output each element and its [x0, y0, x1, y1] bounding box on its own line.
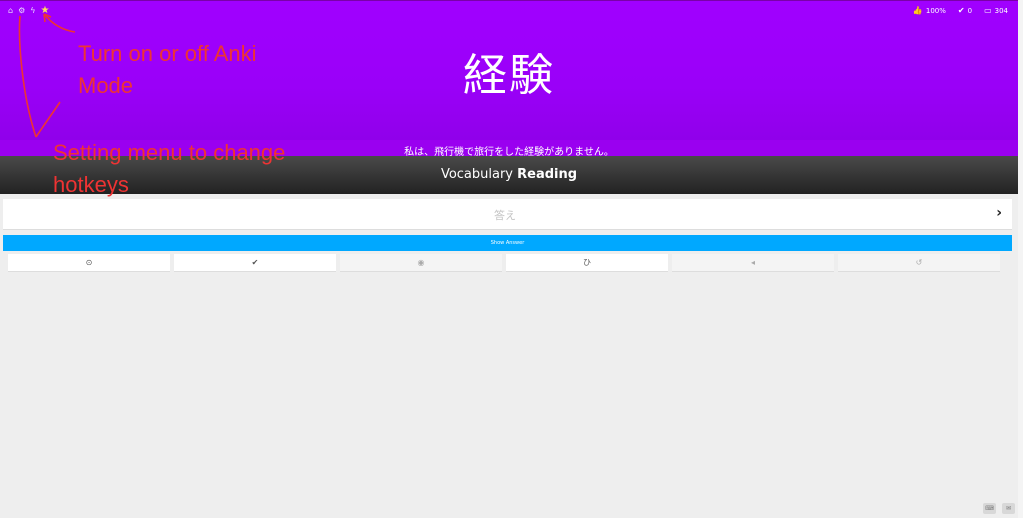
thumbs-up-icon: 👍	[912, 6, 923, 15]
clock-icon[interactable]: ⊙	[8, 254, 170, 272]
kana-icon[interactable]: ひ	[506, 254, 668, 272]
check-icon[interactable]: ✔	[174, 254, 336, 272]
answer-form: ›	[3, 199, 1012, 231]
eye-icon[interactable]: ◉	[340, 254, 502, 272]
correct-stat: ✔ 0	[957, 6, 973, 15]
settings-arrowhead	[35, 101, 61, 138]
submit-chevron-icon[interactable]: ›	[996, 205, 1002, 221]
answer-input[interactable]	[3, 199, 1007, 231]
anki-annotation: Turn on or off Anki Mode	[78, 41, 257, 98]
additional-content-bar: ⊙ ✔ ◉ ひ ◂ ↺	[8, 254, 1000, 272]
remaining-stat: ▭ 304	[984, 6, 1008, 15]
settings-arrow	[18, 15, 37, 138]
undo-icon[interactable]: ↺	[838, 254, 1000, 272]
question-type-emphasis: Reading	[517, 167, 578, 182]
bottom-right-icons: ⌨ ✉	[983, 503, 1015, 514]
inbox-icon: ▭	[984, 6, 992, 15]
stats: 👍 100% ✔ 0 ▭ 304	[913, 6, 1008, 15]
check-icon: ✔	[957, 6, 965, 15]
question-type-prefix: Vocabulary	[440, 167, 513, 182]
audio-icon[interactable]: ◂	[672, 254, 834, 272]
show-answer-button[interactable]: Show Answer	[3, 235, 1012, 251]
scrollbar[interactable]	[1018, 0, 1023, 518]
accuracy-stat: 👍 100%	[912, 6, 946, 15]
keyboard-icon[interactable]: ⌨	[983, 503, 996, 514]
settings-annotation: Setting menu to change hotkeys	[53, 140, 286, 197]
chat-icon[interactable]: ✉	[1002, 503, 1015, 514]
